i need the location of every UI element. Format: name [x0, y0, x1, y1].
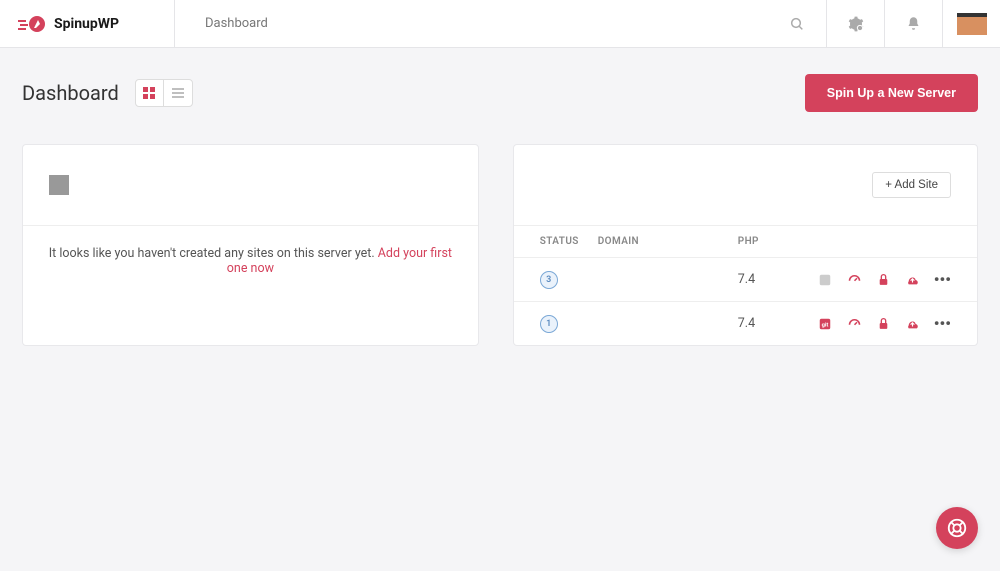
- cache-icon[interactable]: [847, 272, 862, 287]
- git-icon[interactable]: git: [818, 316, 833, 331]
- settings-icon[interactable]: [826, 0, 884, 47]
- table-row[interactable]: 3 7.4 •••: [514, 257, 977, 301]
- cache-icon[interactable]: [847, 316, 862, 331]
- server-card: + Add Site STATUS DOMAIN PHP 3 7.4: [513, 144, 978, 346]
- grid-view-button[interactable]: [136, 80, 164, 106]
- notifications-icon[interactable]: [884, 0, 942, 47]
- lock-icon[interactable]: [876, 316, 891, 331]
- php-cell: 7.4: [738, 272, 818, 287]
- view-toggle: [135, 79, 193, 107]
- add-site-button[interactable]: + Add Site: [872, 172, 951, 198]
- spin-up-server-button[interactable]: Spin Up a New Server: [805, 74, 978, 112]
- brand-name: SpinupWP: [54, 16, 119, 32]
- col-status-header: STATUS: [540, 236, 598, 247]
- php-cell: 7.4: [738, 316, 818, 331]
- lock-icon[interactable]: [876, 272, 891, 287]
- spinupwp-logo-icon: [18, 14, 46, 34]
- breadcrumb[interactable]: Dashboard: [175, 16, 768, 31]
- provider-icon: [49, 175, 69, 195]
- table-header: STATUS DOMAIN PHP: [514, 225, 977, 257]
- col-domain-header: DOMAIN: [598, 236, 738, 247]
- avatar[interactable]: [942, 0, 1000, 47]
- empty-state-message: It looks like you haven't created any si…: [23, 225, 478, 298]
- server-card-empty: It looks like you haven't created any si…: [22, 144, 479, 346]
- status-badge: 3: [540, 271, 558, 289]
- list-view-button[interactable]: [164, 80, 192, 106]
- table-row[interactable]: 1 7.4 git •••: [514, 301, 977, 345]
- more-icon[interactable]: •••: [934, 270, 951, 289]
- git-icon[interactable]: [818, 272, 833, 287]
- more-icon[interactable]: •••: [934, 314, 951, 333]
- page-title: Dashboard: [22, 81, 119, 105]
- svg-text:git: git: [822, 322, 829, 328]
- backup-icon[interactable]: [905, 272, 920, 287]
- col-php-header: PHP: [738, 236, 818, 247]
- backup-icon[interactable]: [905, 316, 920, 331]
- search-icon[interactable]: [768, 0, 826, 47]
- status-badge: 1: [540, 315, 558, 333]
- help-button[interactable]: [936, 507, 978, 549]
